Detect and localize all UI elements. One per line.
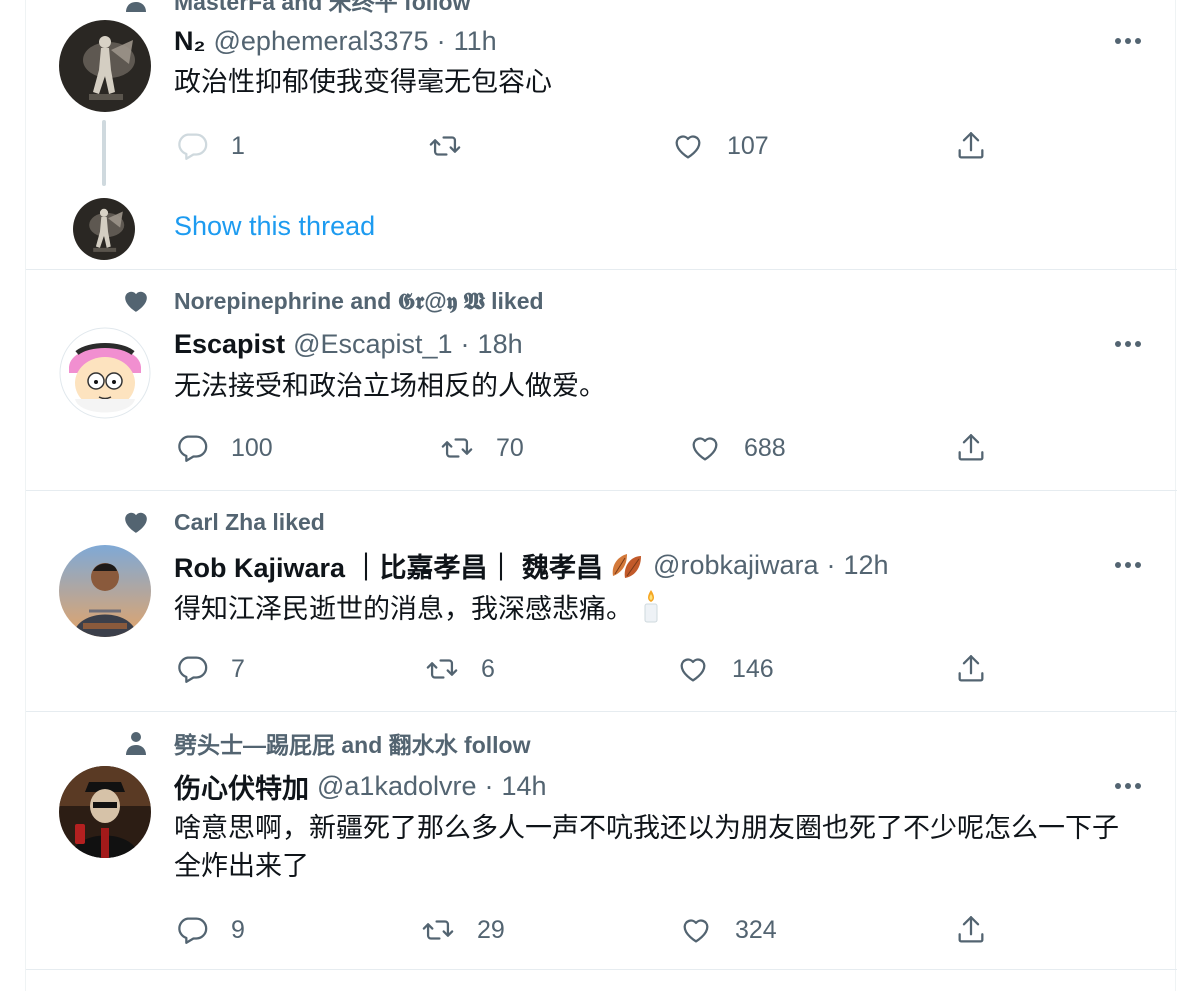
retweet-count: 29 — [477, 915, 505, 944]
avatar[interactable] — [59, 766, 151, 858]
display-name[interactable]: 伤心伏特加 — [174, 767, 309, 806]
separator-dot: · — [436, 25, 446, 56]
user-handle[interactable]: @ephemeral3375 — [214, 26, 429, 57]
tweet-header: Escapist @Escapist_1 · 18h — [174, 327, 523, 361]
like-button[interactable]: 107 — [670, 126, 769, 166]
tweet[interactable]: N₂ @ephemeral3375 · 11h 政治性抑郁使我变得毫无包容心 1… — [26, 0, 1177, 270]
heart-icon — [687, 430, 723, 466]
retweet-button[interactable]: 6 — [424, 649, 495, 689]
tweet-text: 啥意思啊，新疆死了那么多人一声不吭我还以为朋友圈也死了不少呢怎么一下子全炸出来了 — [174, 813, 1119, 881]
social-context-text[interactable]: 劈头士—踢屁屁 and 翻水水 follow — [174, 726, 531, 760]
share-icon — [953, 128, 989, 164]
retweet-count: 6 — [481, 654, 495, 683]
tweet-header: 伤心伏特加 @a1kadolvre · 14h — [174, 767, 547, 806]
display-name[interactable]: Escapist — [174, 329, 285, 360]
avatar[interactable] — [59, 327, 151, 419]
thread-avatar[interactable] — [73, 198, 135, 260]
retweet-button[interactable]: 70 — [439, 428, 524, 468]
reply-button[interactable]: 7 — [174, 649, 245, 689]
user-handle[interactable]: @Escapist_1 — [293, 329, 452, 360]
share-icon — [953, 651, 989, 687]
share-icon — [953, 912, 989, 948]
tweet-text: 得知江泽民逝世的消息，我深感悲痛。 — [174, 594, 633, 625]
leaves-icon — [609, 550, 645, 580]
more-icon[interactable] — [1113, 329, 1143, 359]
timestamp[interactable]: 11h — [454, 26, 497, 57]
timeline: MasterFa and 宋终平 follow N₂ @ephemeral337… — [25, 0, 1177, 991]
timestamp[interactable]: 14h — [502, 771, 547, 802]
display-name[interactable]: N₂ — [174, 26, 206, 57]
tweet[interactable]: Norepinephrine and 𝕲𝖗@𝖞 𝖂 liked Escapist… — [26, 270, 1177, 491]
retweet-button[interactable]: 29 — [420, 910, 505, 950]
reply-icon — [174, 651, 210, 687]
like-count: 146 — [732, 654, 774, 683]
reply-button[interactable]: 1 — [174, 126, 245, 166]
tweet-text: 政治性抑郁使我变得毫无包容心 — [174, 67, 552, 97]
reply-icon — [174, 430, 210, 466]
like-count: 324 — [735, 915, 777, 944]
retweet-icon — [424, 651, 460, 687]
candle-icon — [639, 588, 663, 634]
display-name[interactable]: Rob Kajiwara ｜比嘉孝昌｜ 魏孝昌 — [174, 546, 603, 585]
social-context: Carl Zha liked — [121, 508, 325, 536]
avatar[interactable] — [59, 545, 151, 637]
social-context-text[interactable]: Norepinephrine and 𝕲𝖗@𝖞 𝖂 liked — [174, 288, 544, 315]
avatar[interactable] — [59, 20, 151, 112]
reply-button[interactable]: 9 — [174, 910, 245, 950]
tweet-header: Rob Kajiwara ｜比嘉孝昌｜ 魏孝昌 @robkajiwara · 1… — [174, 546, 889, 585]
more-icon[interactable] — [1113, 550, 1143, 580]
tweet[interactable]: 劈头士—踢屁屁 and 翻水水 follow 伤心伏特加 @a1kadolvre… — [26, 712, 1177, 970]
separator-dot: · — [460, 328, 470, 359]
like-count: 107 — [727, 131, 769, 160]
separator-dot: · — [826, 549, 836, 580]
timestamp[interactable]: 18h — [478, 329, 523, 360]
person-icon — [121, 729, 151, 757]
reply-count: 7 — [231, 654, 245, 683]
share-icon — [953, 430, 989, 466]
reply-count: 100 — [231, 433, 273, 462]
tweet-header: N₂ @ephemeral3375 · 11h — [174, 24, 497, 58]
reply-icon — [174, 912, 210, 948]
user-handle[interactable]: @robkajiwara — [653, 550, 818, 581]
heart-icon — [670, 128, 706, 164]
heart-icon — [675, 651, 711, 687]
more-icon[interactable] — [1113, 771, 1143, 801]
share-button[interactable] — [953, 428, 989, 468]
retweet-button[interactable] — [427, 126, 484, 166]
tweet-text: 无法接受和政治立场相反的人做爱。 — [174, 371, 606, 401]
reply-count: 9 — [231, 915, 245, 944]
retweet-icon — [427, 128, 463, 164]
retweet-icon — [439, 430, 475, 466]
share-button[interactable] — [953, 649, 989, 689]
like-count: 688 — [744, 433, 786, 462]
reply-icon — [174, 128, 210, 164]
share-button[interactable] — [953, 126, 989, 166]
timestamp[interactable]: 12h — [844, 550, 889, 581]
thread-line — [102, 120, 106, 186]
heart-filled-icon — [121, 287, 151, 315]
show-thread-link[interactable]: Show this thread — [174, 211, 375, 242]
like-button[interactable]: 688 — [687, 428, 786, 468]
more-icon[interactable] — [1113, 26, 1143, 56]
heart-icon — [678, 912, 714, 948]
tweet-text-container: 得知江泽民逝世的消息，我深感悲痛。 — [174, 588, 1134, 634]
social-context-text[interactable]: Carl Zha liked — [174, 509, 325, 536]
reply-count: 1 — [231, 131, 245, 160]
like-button[interactable]: 324 — [678, 910, 777, 950]
social-context: Norepinephrine and 𝕲𝖗@𝖞 𝖂 liked — [121, 287, 544, 315]
user-handle[interactable]: @a1kadolvre — [317, 771, 477, 802]
social-context: 劈头士—踢屁屁 and 翻水水 follow — [121, 726, 531, 760]
like-button[interactable]: 146 — [675, 649, 774, 689]
heart-filled-icon — [121, 508, 151, 536]
share-button[interactable] — [953, 910, 989, 950]
reply-button[interactable]: 100 — [174, 428, 273, 468]
retweet-count: 70 — [496, 433, 524, 462]
tweet[interactable]: Carl Zha liked Rob Kajiwara ｜比嘉孝昌｜ 魏孝昌 @… — [26, 491, 1177, 712]
retweet-icon — [420, 912, 456, 948]
separator-dot: · — [484, 770, 494, 801]
